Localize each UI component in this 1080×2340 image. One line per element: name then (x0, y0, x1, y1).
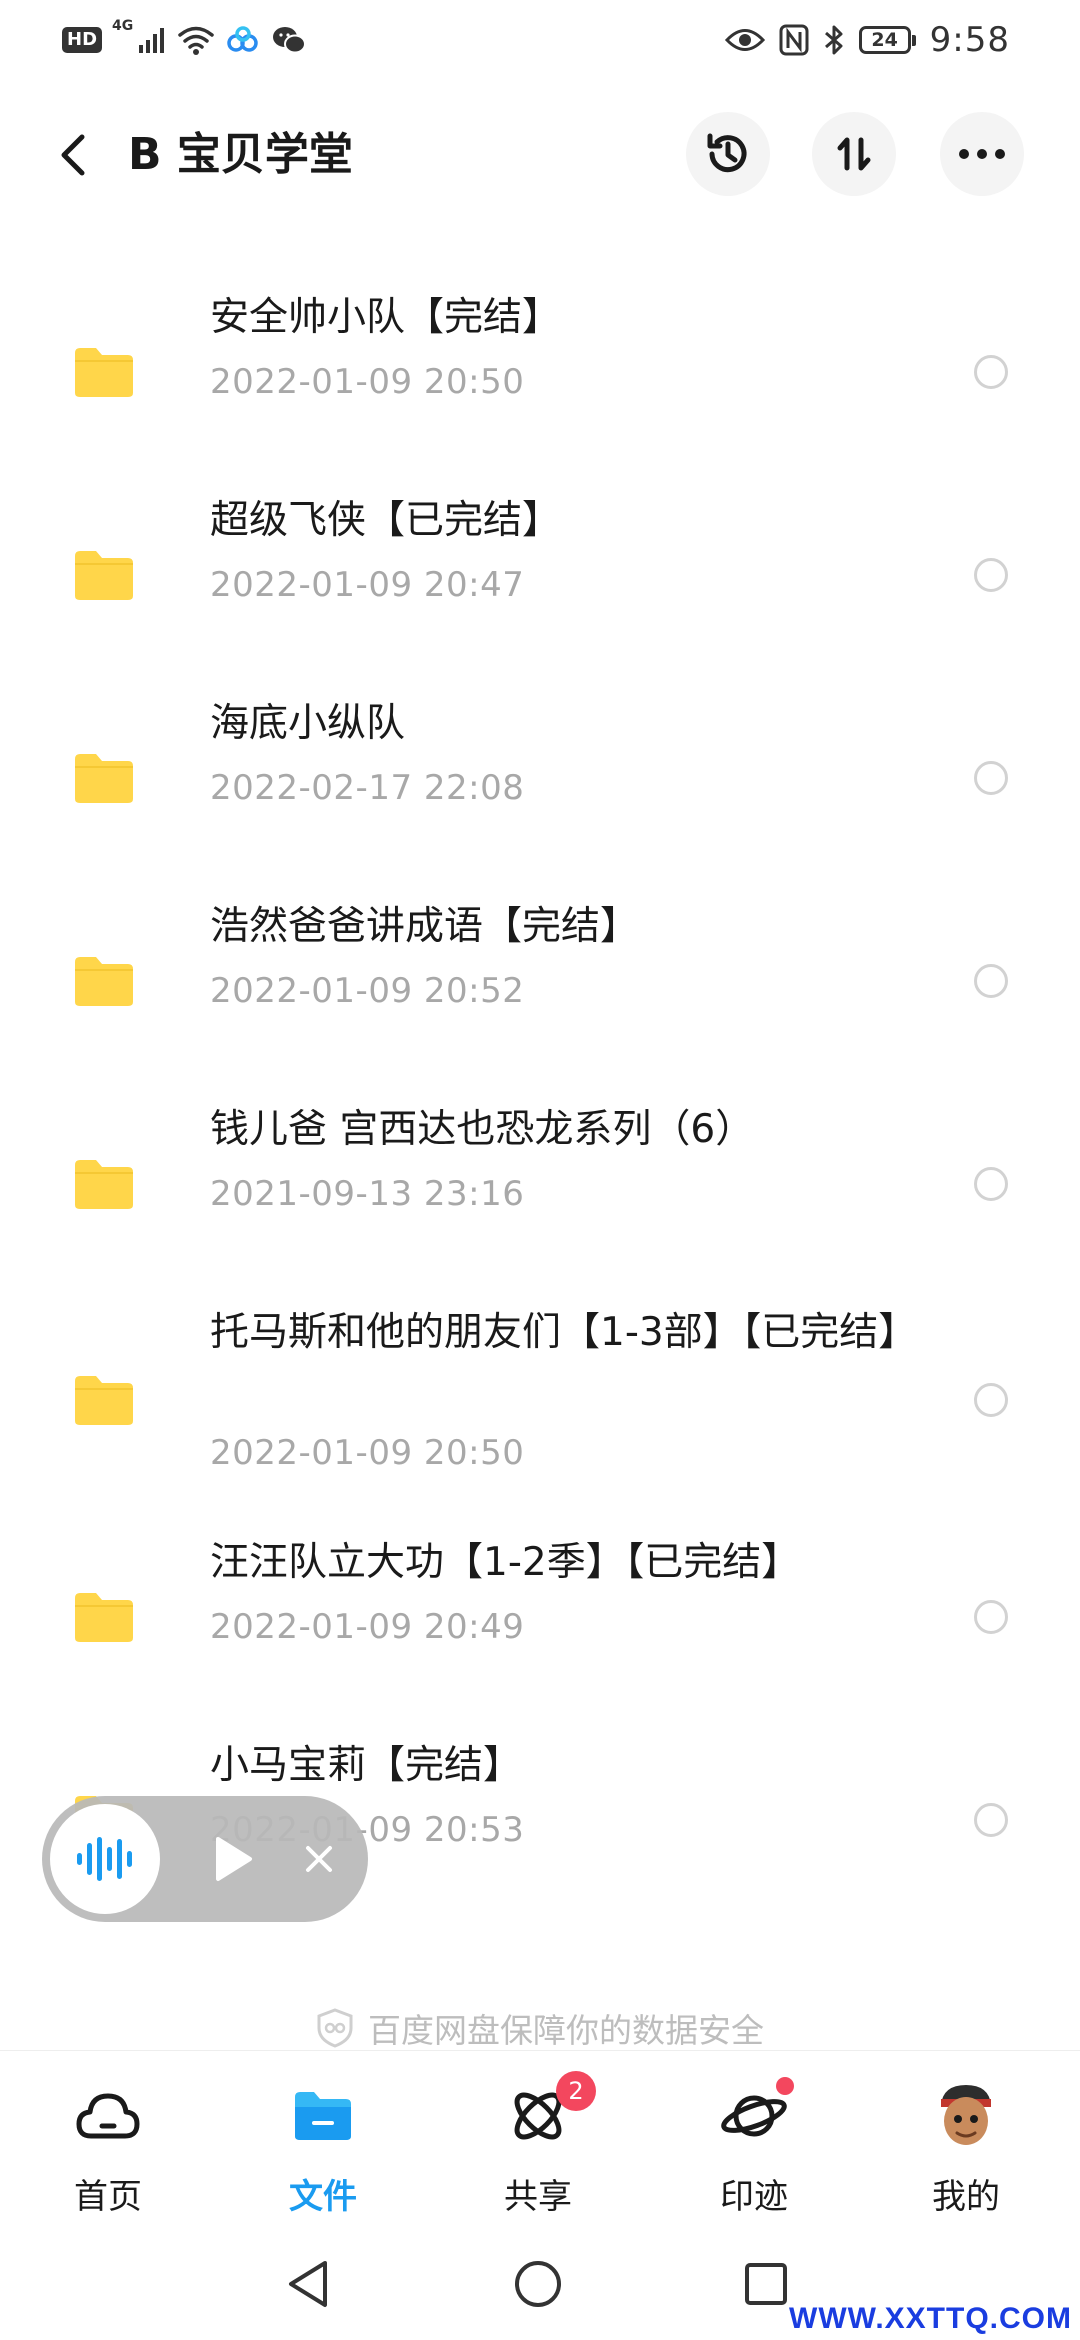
file-name: 浩然爸爸讲成语【完结】 (210, 904, 640, 949)
eye-icon (724, 29, 765, 51)
list-item[interactable]: 汪汪队立大功【1-2季】【已完结】 2022-01-09 20:49 (0, 1515, 1080, 1718)
page-title: B 宝贝学堂 (128, 129, 353, 180)
file-date: 2022-01-09 20:50 (210, 1433, 525, 1473)
status-bar-right: 24 9:58 (724, 18, 1010, 62)
file-name: 安全帅小队【完结】 (210, 295, 562, 340)
folder-icon (75, 550, 133, 600)
battery-level: 24 (858, 26, 911, 54)
notification-dot (776, 2077, 794, 2095)
chevron-left-icon (61, 134, 85, 176)
file-list: 安全帅小队【完结】 2022-01-09 20:50 超级飞侠【已完结】 202… (0, 270, 1080, 1921)
nav-label: 首页 (74, 2177, 142, 2217)
back-button[interactable] (48, 126, 98, 184)
status-bar-left: HD 4G (62, 18, 307, 62)
wifi-icon (178, 26, 214, 55)
more-button[interactable] (940, 112, 1024, 196)
select-checkbox[interactable] (974, 1166, 1008, 1201)
nav-item-share[interactable]: 2 共享 (468, 2071, 608, 2221)
clock: 9:58 (929, 20, 1010, 60)
file-date: 2022-02-17 22:08 (210, 768, 525, 808)
file-name: 海底小纵队 (210, 701, 406, 746)
sort-icon (837, 137, 871, 171)
system-home-button[interactable] (508, 2254, 568, 2314)
nav-label: 共享 (504, 2177, 572, 2217)
system-recents-button[interactable] (736, 2254, 796, 2314)
folder-icon (75, 956, 133, 1006)
select-checkbox[interactable] (974, 963, 1008, 998)
system-back-button[interactable] (278, 2254, 338, 2314)
nav-item-home[interactable]: 首页 (38, 2081, 178, 2221)
file-date: 2022-01-09 20:49 (210, 1607, 525, 1647)
play-icon (216, 1837, 252, 1881)
audio-player-open-button[interactable] (50, 1804, 160, 1914)
battery-indicator: 24 (858, 26, 916, 54)
folder-icon (75, 753, 133, 803)
header: B 宝贝学堂 (0, 110, 1080, 200)
nav-label: 文件 (289, 2177, 357, 2217)
cloud-icon (76, 2093, 140, 2139)
triangle-back-icon (289, 2261, 327, 2307)
baidu-cloud-status-icon (227, 26, 258, 52)
list-item[interactable]: 海底小纵队 2022-02-17 22:08 (0, 676, 1080, 879)
select-checkbox[interactable] (974, 1383, 1008, 1417)
select-checkbox[interactable] (974, 557, 1008, 592)
nav-label: 我的 (932, 2177, 1000, 2217)
nav-item-files[interactable]: 文件 (253, 2081, 393, 2221)
hd-badge: HD (62, 27, 103, 53)
more-icon (959, 149, 1005, 159)
network-type: 4G (112, 18, 134, 34)
bluetooth-icon (824, 25, 843, 55)
status-bar: HD 4G 24 9:58 (0, 0, 1080, 80)
file-date: 2021-09-13 23:16 (210, 1174, 525, 1214)
list-item[interactable]: 浩然爸爸讲成语【完结】 2022-01-09 20:52 (0, 879, 1080, 1082)
folder-icon (295, 2092, 351, 2140)
square-recents-icon (745, 2263, 787, 2305)
floating-audio-player (42, 1796, 368, 1922)
bottom-nav: 首页 文件 2 共享 印迹 我的 (0, 2050, 1080, 2230)
list-item[interactable]: 超级飞侠【已完结】 2022-01-09 20:47 (0, 473, 1080, 676)
watermark: WWW.XXTTQ.COM (789, 2302, 1072, 2335)
folder-icon (75, 1376, 133, 1425)
select-checkbox[interactable] (974, 760, 1008, 795)
select-checkbox[interactable] (974, 1802, 1008, 1837)
nfc-icon (779, 24, 809, 56)
avatar-icon (941, 2085, 991, 2145)
list-item[interactable]: 托马斯和他的朋友们【1-3部】【已完结】 2022-01-09 20:50 (0, 1285, 1080, 1515)
nav-item-me[interactable]: 我的 (896, 2081, 1036, 2221)
file-name: 钱儿爸 宫西达也恐龙系列（6） (210, 1107, 755, 1152)
file-name: 托马斯和他的朋友们【1-3部】【已完结】 (210, 1310, 918, 1355)
file-name: 小马宝莉【完结】 (210, 1743, 523, 1788)
audio-wave-icon (77, 1837, 132, 1881)
sort-button[interactable] (812, 112, 896, 196)
signal-icon (139, 28, 165, 53)
wechat-icon (273, 27, 307, 54)
close-icon (306, 1846, 332, 1872)
shield-icon (317, 2008, 353, 2048)
folder-icon (75, 1592, 133, 1642)
file-name: 超级飞侠【已完结】 (210, 498, 562, 543)
planet-icon (721, 2095, 787, 2137)
circle-home-icon (515, 2261, 561, 2307)
audio-play-button[interactable] (202, 1829, 262, 1889)
safety-note: 百度网盘保障你的数据安全 (0, 2000, 1080, 2056)
history-button[interactable] (686, 112, 770, 196)
file-name: 汪汪队立大功【1-2季】【已完结】 (210, 1540, 801, 1585)
audio-close-button[interactable] (294, 1834, 344, 1884)
share-badge: 2 (556, 2071, 596, 2111)
nav-item-traces[interactable]: 印迹 (684, 2077, 824, 2221)
file-date: 2022-01-09 20:47 (210, 565, 525, 605)
select-checkbox[interactable] (974, 1599, 1008, 1634)
folder-icon (75, 347, 133, 397)
list-item[interactable]: 安全帅小队【完结】 2022-01-09 20:50 (0, 270, 1080, 473)
nav-label: 印迹 (720, 2177, 788, 2217)
file-date: 2022-01-09 20:50 (210, 362, 525, 402)
history-icon (707, 133, 747, 173)
file-date: 2022-01-09 20:52 (210, 971, 525, 1011)
safety-note-text: 百度网盘保障你的数据安全 (368, 2011, 764, 2050)
list-item[interactable]: 钱儿爸 宫西达也恐龙系列（6） 2021-09-13 23:16 (0, 1082, 1080, 1285)
select-checkbox[interactable] (974, 354, 1008, 389)
folder-icon (75, 1159, 133, 1209)
